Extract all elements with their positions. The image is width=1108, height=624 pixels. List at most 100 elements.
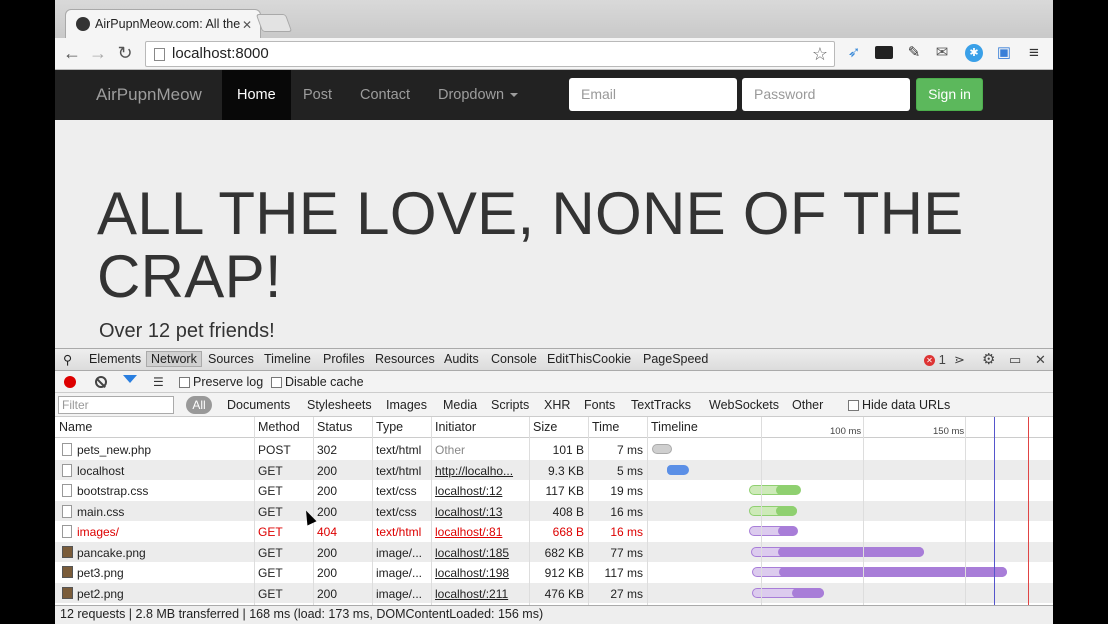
list-view-icon[interactable]: ☰	[153, 375, 164, 389]
tab-profiles[interactable]: Profiles	[323, 352, 365, 366]
nav-contact[interactable]: Contact	[360, 70, 410, 120]
extension-eyedropper-icon[interactable]: ✎	[905, 44, 923, 62]
col-timeline[interactable]: Timeline	[651, 420, 698, 434]
cell-status: 200	[317, 586, 338, 601]
network-table: Name Method Status Type Initiator Size T…	[55, 417, 1053, 607]
menu-icon[interactable]: ≡	[1025, 44, 1043, 62]
settings-gear-icon[interactable]: ⚙	[982, 350, 995, 368]
console-drawer-icon[interactable]: ⋗	[954, 352, 965, 368]
close-devtools-icon[interactable]: ✕	[1035, 352, 1046, 368]
col-status[interactable]: Status	[317, 420, 352, 434]
filter-input[interactable]: Filter	[58, 396, 174, 414]
extension-pagespeed-icon[interactable]: ✱	[965, 44, 983, 62]
browser-tab[interactable]: AirPupnMeow.com: All the ✕	[65, 9, 261, 38]
cell-time: 19 ms	[610, 484, 643, 498]
col-divider	[254, 417, 255, 607]
type-filter-all[interactable]: All	[186, 396, 212, 414]
tab-console[interactable]: Console	[491, 352, 537, 366]
type-filter-images[interactable]: Images	[386, 398, 427, 412]
back-arrow-icon[interactable]: ←	[61, 42, 83, 64]
cell-initiator[interactable]: localhost/:211	[435, 587, 527, 601]
password-input[interactable]: Password	[742, 78, 910, 111]
col-initiator[interactable]: Initiator	[435, 420, 476, 434]
email-input[interactable]: Email	[569, 78, 737, 111]
col-size[interactable]: Size	[533, 420, 557, 434]
cell-size: 9.3 KB	[547, 463, 584, 478]
extension-window-icon[interactable]: ▣	[995, 44, 1013, 62]
hide-data-urls-checkbox[interactable]: Hide data URLs	[848, 398, 950, 412]
tab-close-icon[interactable]: ✕	[242, 18, 252, 32]
timeline-receive-bar	[792, 587, 824, 598]
type-filter-stylesheets[interactable]: Stylesheets	[307, 398, 372, 412]
type-filter-fonts[interactable]: Fonts	[584, 398, 615, 412]
load-event-line	[1028, 417, 1029, 607]
cell-initiator: Other	[435, 443, 466, 457]
cell-initiator[interactable]: localhost/:13	[435, 505, 527, 519]
col-type[interactable]: Type	[376, 420, 403, 434]
forward-arrow-icon[interactable]: →	[87, 42, 109, 64]
tab-audits[interactable]: Audits	[444, 352, 479, 366]
extension-terminal-icon[interactable]	[875, 46, 893, 59]
cell-type: image/...	[376, 545, 423, 560]
browser-tab-strip: AirPupnMeow.com: All the ✕	[55, 0, 1053, 38]
tab-elements[interactable]: Elements	[89, 352, 141, 366]
cell-size: 912 KB	[544, 566, 584, 580]
nav-post[interactable]: Post	[303, 70, 332, 120]
bookmark-star-icon[interactable]: ☆	[812, 42, 828, 66]
devtools-search-icon[interactable]: ⚲	[63, 352, 72, 367]
document-file-icon	[62, 484, 72, 497]
site-brand[interactable]: AirPupnMeow	[96, 85, 202, 105]
record-icon[interactable]	[64, 376, 76, 388]
type-filter-texttracks[interactable]: TextTracks	[631, 398, 691, 412]
sign-in-button[interactable]: Sign in	[916, 78, 983, 111]
reload-icon[interactable]: ↻	[114, 42, 136, 64]
cell-initiator[interactable]: localhost/:185	[435, 546, 527, 560]
preserve-log-checkbox[interactable]: Preserve log	[179, 375, 263, 389]
error-counter[interactable]: ✕ 1	[924, 352, 946, 367]
table-row[interactable]: pets_new.php POST 302 text/html Other 101 B 7 …	[55, 439, 1053, 460]
tab-timeline[interactable]: Timeline	[264, 352, 311, 366]
col-name[interactable]: Name	[59, 420, 92, 434]
type-filter-media[interactable]: Media	[443, 398, 477, 412]
dock-side-icon[interactable]: ▭	[1009, 352, 1021, 368]
table-row[interactable]: images/GET 404 text/html localhost/:81 668 B…	[55, 521, 1053, 542]
extension-cookie-icon[interactable]: ✉	[933, 44, 951, 62]
tab-editthiscookie[interactable]: EditThisCookie	[547, 352, 631, 366]
col-divider	[372, 417, 373, 607]
extension-bird-icon[interactable]: ➶	[845, 44, 863, 62]
table-row[interactable]: main.css GET 200 text/css localhost/:13 408 B…	[55, 500, 1053, 521]
tab-sources[interactable]: Sources	[208, 352, 254, 366]
cell-initiator[interactable]: localhost/:12	[435, 484, 527, 498]
cell-name: pet3.png	[77, 566, 124, 580]
tab-pagespeed[interactable]: PageSpeed	[643, 352, 708, 366]
cell-initiator[interactable]: localhost/:198	[435, 566, 527, 580]
type-filter-xhr[interactable]: XHR	[544, 398, 570, 412]
type-filter-other[interactable]: Other	[792, 398, 823, 412]
type-filter-websockets[interactable]: WebSockets	[709, 398, 779, 412]
filter-funnel-icon[interactable]	[123, 375, 137, 383]
clear-icon[interactable]	[95, 376, 107, 388]
cell-type: text/html	[376, 525, 422, 539]
table-row[interactable]: pancake.png GET 200 image/... localhost/:185…	[55, 541, 1053, 562]
tab-network[interactable]: Network	[146, 351, 202, 367]
cell-status: 200	[317, 545, 338, 560]
cell-initiator[interactable]: http://localho...	[435, 464, 527, 478]
image-file-icon	[62, 545, 73, 558]
col-time[interactable]: Time	[592, 420, 619, 434]
cell-time: 16 ms	[610, 525, 643, 539]
type-filter-documents[interactable]: Documents	[227, 398, 290, 412]
type-filter-scripts[interactable]: Scripts	[491, 398, 529, 412]
table-row[interactable]: bootstrap.css GET 200 text/css localhost/:12…	[55, 480, 1053, 501]
nav-dropdown[interactable]: Dropdown	[438, 70, 519, 120]
table-row[interactable]: pet3.png GET 200 image/... localhost/:198 912…	[55, 562, 1053, 583]
col-method[interactable]: Method	[258, 420, 300, 434]
nav-home[interactable]: Home	[222, 70, 291, 120]
timeline-receive-bar	[778, 546, 924, 557]
new-tab-button[interactable]	[255, 14, 293, 32]
disable-cache-checkbox[interactable]: Disable cache	[271, 375, 364, 389]
table-row[interactable]: pet2.png GET 200 image/... localhost/:211 476…	[55, 582, 1053, 603]
table-row[interactable]: localhost GET 200 text/html http://localho..…	[55, 459, 1053, 480]
tab-resources[interactable]: Resources	[375, 352, 435, 366]
address-bar[interactable]: localhost:8000 ☆	[145, 41, 835, 67]
cell-initiator[interactable]: localhost/:81	[435, 525, 527, 539]
